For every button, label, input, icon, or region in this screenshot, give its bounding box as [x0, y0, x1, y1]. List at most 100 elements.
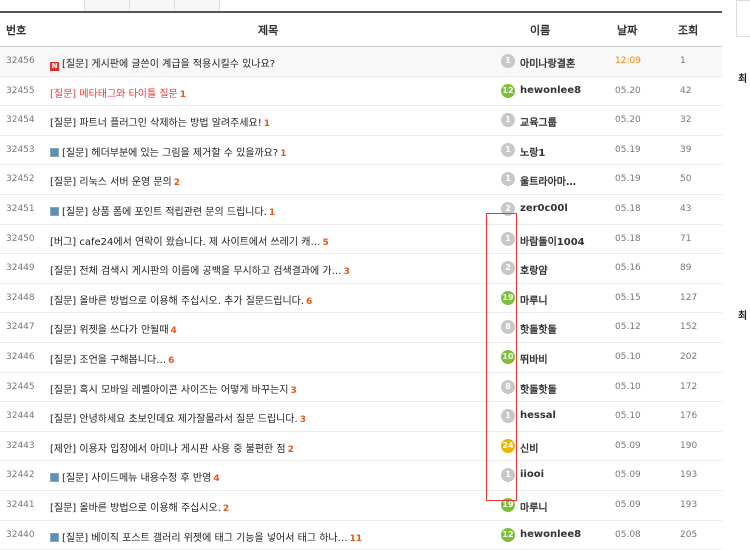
post-title-link[interactable]: N[질문] 게시판에 글쓴이 계급을 적용시킬수 있나요?	[50, 55, 275, 71]
post-date: 05.12	[615, 322, 641, 332]
post-date: 05.09	[615, 441, 641, 451]
header-num: 번호	[6, 22, 26, 38]
author-name[interactable]: 마루니	[520, 499, 548, 514]
post-title-link[interactable]: [질문] 올바른 방법으로 이용해 주십시오. 추가 질문드립니다.6	[50, 292, 312, 307]
post-title-link[interactable]: [질문] 사이드메뉴 내용수정 후 반영4	[50, 469, 220, 484]
table-row[interactable]: 32451[질문] 상품 폼에 포인트 적립관련 문의 드립니다.12zer0c…	[0, 195, 722, 225]
table-row[interactable]: 32452[질문] 리눅스 서버 운영 문의21울트라아마…05.1950	[0, 165, 722, 195]
author-name[interactable]: hewonlee8	[520, 85, 581, 96]
author-name[interactable]: 신비	[520, 440, 538, 455]
post-title-link[interactable]: [질문] 상품 폼에 포인트 적립관련 문의 드립니다.1	[50, 203, 275, 218]
post-number: 32450	[6, 234, 35, 244]
post-title-link[interactable]: [질문] 조언을 구해봅니다…6	[50, 351, 174, 366]
table-row[interactable]: 32446[질문] 조언을 구해봅니다…610뛰바비05.10202	[0, 343, 722, 373]
author-name[interactable]: 핫돌핫돌	[520, 381, 557, 396]
author-name[interactable]: zer0c00l	[520, 203, 568, 214]
table-row[interactable]: 32448 [질문] 올바른 방법으로 이용해 주십시오. 추가 질문드립니다.6…	[0, 284, 722, 314]
post-title-link[interactable]: [질문] 올바른 방법으로 이용해 주십시오.2	[50, 499, 229, 514]
view-count: 127	[680, 293, 697, 303]
view-count: 39	[680, 145, 691, 155]
table-row[interactable]: 32441[질문] 올바른 방법으로 이용해 주십시오.219마루니05.091…	[0, 491, 722, 521]
post-title-text: [질문] 올바른 방법으로 이용해 주십시오.	[50, 503, 221, 514]
post-title-text: [질문] 헤더부분에 있는 그림을 제거할 수 있을까요?	[62, 148, 278, 159]
post-date: 05.10	[615, 382, 641, 392]
author-name[interactable]: 울트라아마…	[520, 173, 576, 188]
post-number: 32443	[6, 441, 35, 451]
table-row[interactable]: 32440 [질문] 베이직 포스트 갤러리 위젯에 태그 기능을 넣어서 태그 …	[0, 521, 722, 550]
author-name[interactable]: 뛰바비	[520, 351, 548, 366]
author-name[interactable]: iiooi	[520, 469, 544, 480]
comment-count: 3	[290, 386, 296, 396]
table-row[interactable]: 32444[질문] 안녕하세요 초보인데요 제가잘몰라서 질문 드립니다.31h…	[0, 402, 722, 432]
post-title-link[interactable]: [질문] 안녕하세요 초보인데요 제가잘몰라서 질문 드립니다.3	[50, 410, 306, 425]
image-attachment-icon	[50, 533, 59, 542]
post-date: 12:09	[615, 56, 641, 66]
post-title-link[interactable]: [제안] 이용자 입장에서 아미나 게시판 사용 중 불편한 점2	[50, 440, 294, 455]
view-count: 89	[680, 263, 691, 273]
post-title-text: [질문] 안녕하세요 초보인데요 제가잘몰라서 질문 드립니다.	[50, 414, 298, 425]
view-count: 172	[680, 382, 697, 392]
post-date: 05.19	[615, 174, 641, 184]
author-name[interactable]: 노랑1	[520, 144, 545, 159]
board-list: 번호 제목 이름 날짜 조회 32456N[질문] 게시판에 글쓴이 계급을 적…	[0, 11, 722, 550]
table-row[interactable]: 32450 [버그] cafe24에서 연락이 왔습니다. 제 사이트에서 쓰레기…	[0, 225, 722, 255]
post-number: 32441	[6, 500, 35, 510]
post-title-text: [질문] 리눅스 서버 운영 문의	[50, 177, 172, 188]
user-level-icon: 12	[501, 528, 515, 542]
post-title-link[interactable]: [질문] 위젯을 쓰다가 안될때4	[50, 321, 177, 336]
comment-count: 1	[280, 149, 286, 159]
table-row[interactable]: 32455[질문] 메타태그와 타이틀 질문112hewonlee805.204…	[0, 77, 722, 107]
table-row[interactable]: 32443[제안] 이용자 입장에서 아미나 게시판 사용 중 불편한 점224…	[0, 432, 722, 462]
tab[interactable]	[129, 0, 175, 11]
author-name[interactable]: 아미나랑결혼	[520, 55, 575, 70]
post-title-text: [질문] 조언을 구해봅니다…	[50, 355, 166, 366]
comment-count: 2	[288, 445, 294, 455]
post-title-text: [질문] 상품 폼에 포인트 적립관련 문의 드립니다.	[62, 207, 267, 218]
view-count: 1	[680, 56, 686, 66]
view-count: 32	[680, 115, 691, 125]
tab[interactable]	[84, 0, 130, 11]
post-title-link[interactable]: [질문] 혹시 모바일 레벨아이콘 사이즈는 어떻게 바꾸는지3	[50, 381, 297, 396]
table-row[interactable]: 32456N[질문] 게시판에 글쓴이 계급을 적용시킬수 있나요?1아미나랑결…	[0, 47, 722, 77]
author-name[interactable]: hewonlee8	[520, 529, 581, 540]
table-row[interactable]: 32445[질문] 혹시 모바일 레벨아이콘 사이즈는 어떻게 바꾸는지38핫돌…	[0, 373, 722, 403]
post-title-text: [질문] 전체 검색시 게시판의 이름에 공백을 무시하고 검색결과에 가…	[50, 266, 342, 277]
table-row[interactable]: 32453[질문] 헤더부분에 있는 그림을 제거할 수 있을까요?11노랑10…	[0, 136, 722, 166]
image-attachment-icon	[50, 148, 59, 157]
author-name[interactable]: hessal	[520, 410, 556, 421]
post-number: 32448	[6, 293, 35, 303]
post-title-link[interactable]: [버그] cafe24에서 연락이 왔습니다. 제 사이트에서 쓰레기 캐…5	[50, 233, 329, 248]
post-number: 32449	[6, 263, 35, 273]
post-date: 05.08	[615, 530, 641, 540]
tab[interactable]	[174, 0, 220, 11]
view-count: 190	[680, 441, 697, 451]
author-name[interactable]: 교육그룹	[520, 114, 557, 129]
post-title-link[interactable]: [질문] 헤더부분에 있는 그림을 제거할 수 있을까요?1	[50, 144, 286, 159]
user-level-icon: 1	[501, 172, 515, 186]
post-date: 05.09	[615, 500, 641, 510]
post-title-link[interactable]: [질문] 베이직 포스트 갤러리 위젯에 태그 기능을 넣어서 태그 하나…11	[50, 529, 362, 544]
view-count: 42	[680, 86, 691, 96]
post-title-link[interactable]: [질문] 전체 검색시 게시판의 이름에 공백을 무시하고 검색결과에 가…3	[50, 262, 350, 277]
view-count: 152	[680, 322, 697, 332]
view-count: 71	[680, 234, 691, 244]
table-row[interactable]: 32449 [질문] 전체 검색시 게시판의 이름에 공백을 무시하고 검색결과에…	[0, 254, 722, 284]
post-number: 32440	[6, 530, 35, 540]
post-title-link[interactable]: [질문] 메타태그와 타이틀 질문1	[50, 85, 186, 100]
post-number: 32452	[6, 174, 35, 184]
view-count: 176	[680, 411, 697, 421]
post-date: 05.16	[615, 263, 641, 273]
table-row[interactable]: 32442[질문] 사이드메뉴 내용수정 후 반영41iiooi05.09193	[0, 461, 722, 491]
sidebar-section-title: 최	[738, 307, 747, 322]
author-name[interactable]: 바람돌이1004	[520, 233, 585, 248]
author-name[interactable]: 핫돌핫돌	[520, 321, 557, 336]
post-title-link[interactable]: [질문] 리눅스 서버 운영 문의2	[50, 173, 180, 188]
comment-count: 2	[223, 504, 229, 514]
comment-count: 3	[344, 267, 350, 277]
author-name[interactable]: 호랑얌	[520, 262, 548, 277]
author-name[interactable]: 마루니	[520, 292, 548, 307]
table-row[interactable]: 32447[질문] 위젯을 쓰다가 안될때48핫돌핫돌05.12152	[0, 313, 722, 343]
post-title-link[interactable]: [질문] 파트너 플러그인 삭제하는 방법 알려주세요!1	[50, 114, 270, 129]
table-row[interactable]: 32454[질문] 파트너 플러그인 삭제하는 방법 알려주세요!11교육그룹0…	[0, 106, 722, 136]
header-title: 제목	[258, 22, 278, 38]
